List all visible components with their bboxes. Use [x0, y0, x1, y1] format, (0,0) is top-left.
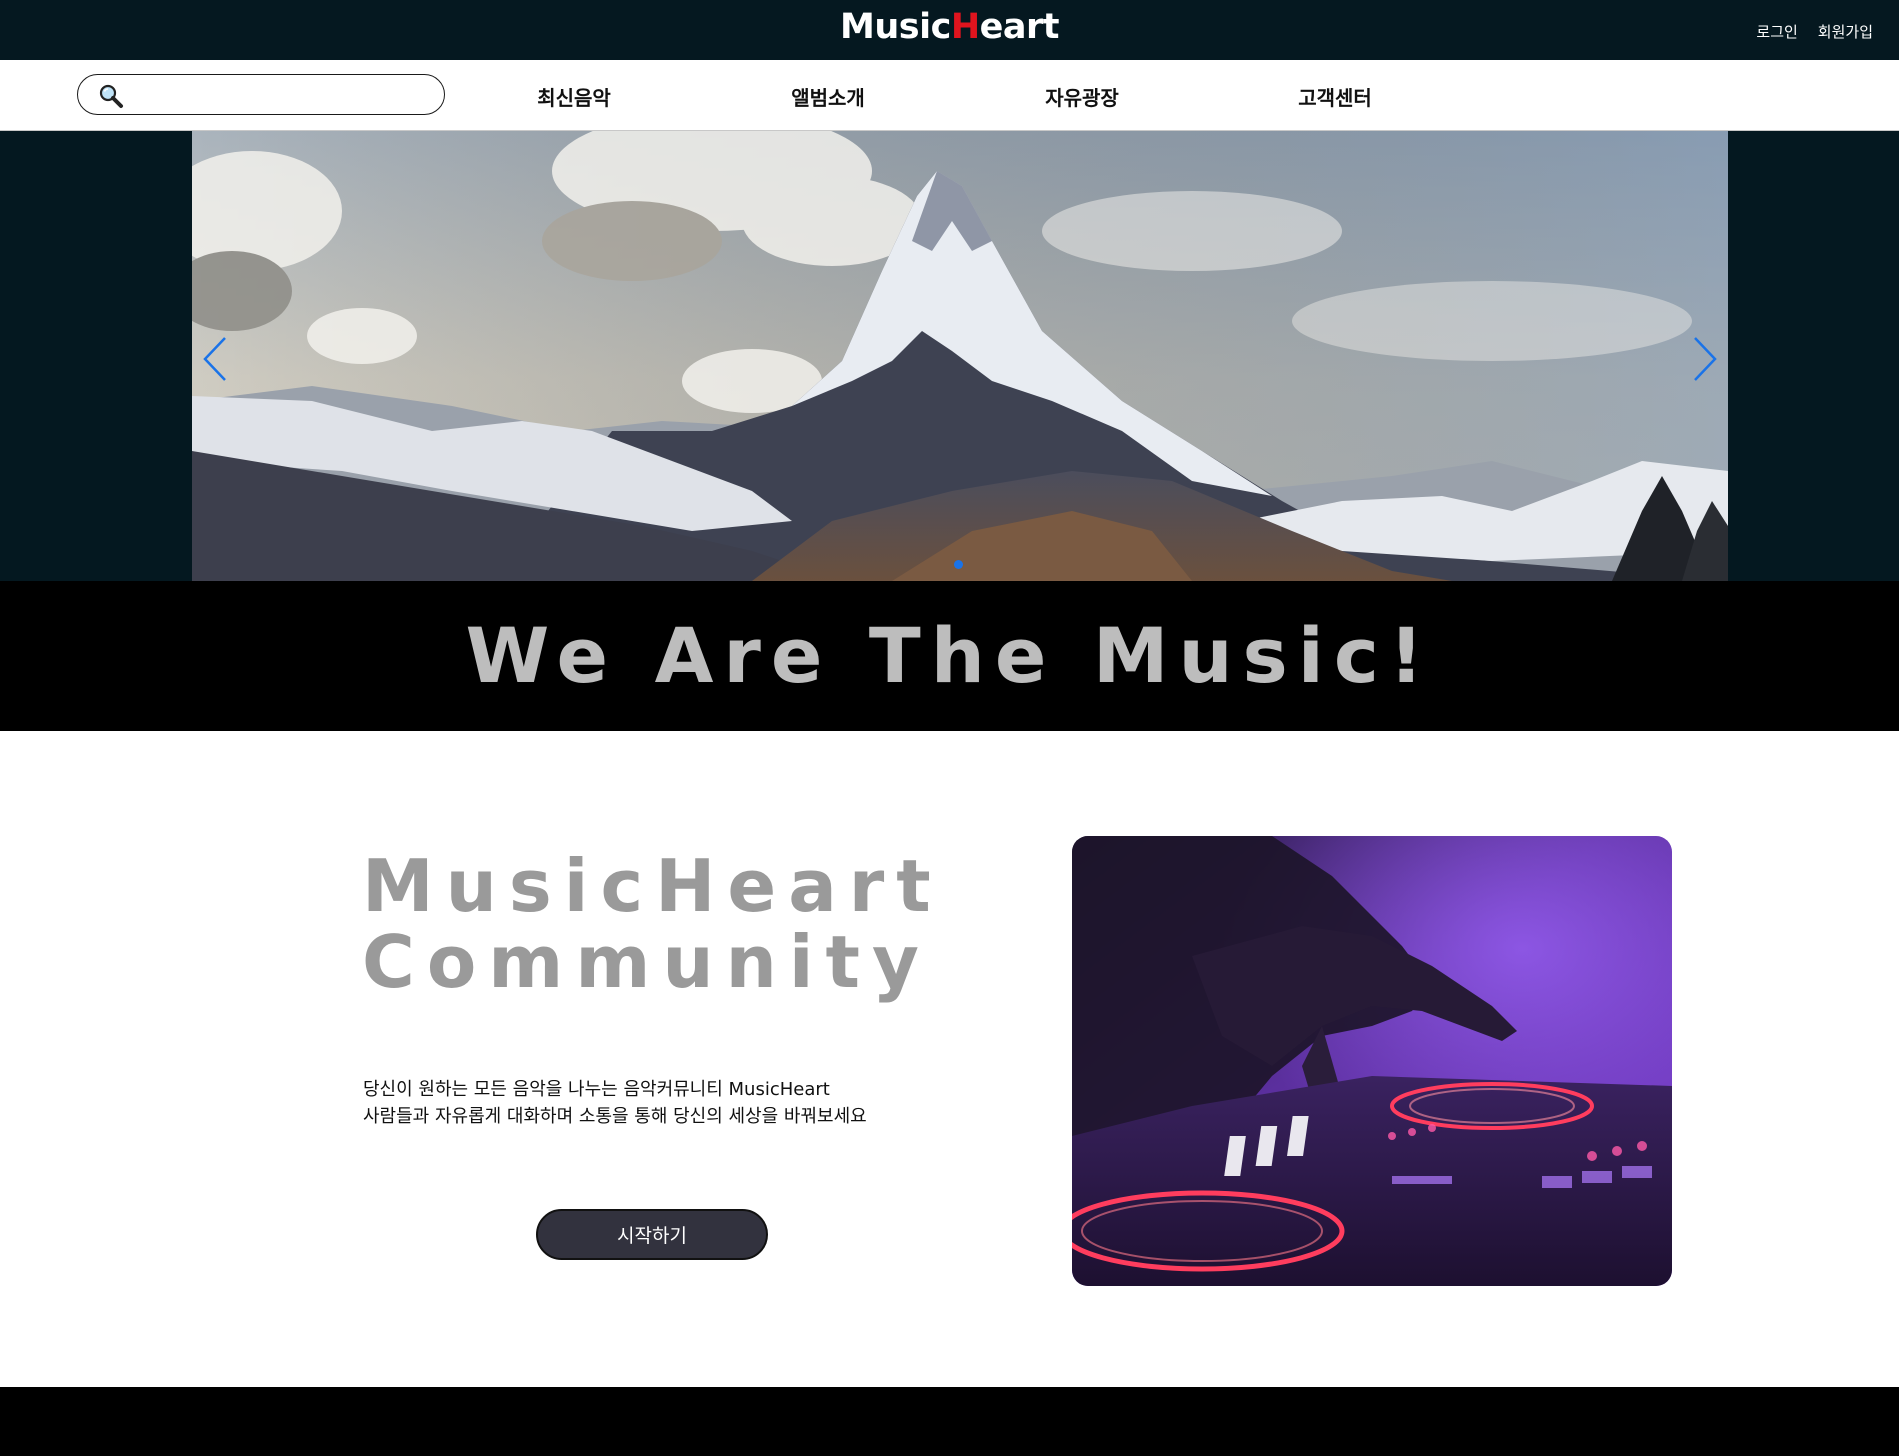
start-button[interactable]: 시작하기: [536, 1209, 768, 1260]
logo-text-part1: Music: [840, 7, 951, 47]
description-line1: 당신이 원하는 모든 음악을 나누는 음악커뮤니티 MusicHeart: [363, 1079, 830, 1100]
footer: [0, 1387, 1899, 1456]
hero-carousel: [0, 131, 1899, 581]
logo-text-accent: H: [950, 7, 980, 47]
login-link[interactable]: 로그인: [1756, 21, 1797, 42]
logo-text-part2: eart: [979, 7, 1060, 47]
nav-item-album-intro[interactable]: 앨범소개: [748, 82, 908, 111]
description-line2: 사람들과 자유롭게 대화하며 소통을 통해 당신의 세상을 바꿔보세요: [363, 1106, 867, 1127]
tagline-band: We Are The Music!: [0, 581, 1899, 731]
signup-link[interactable]: 회원가입: [1818, 21, 1873, 42]
nav-bar: 최신음악 앨범소개 자유광장 고객센터: [0, 60, 1899, 131]
carousel-prev-arrow[interactable]: [200, 334, 230, 384]
tagline-text: We Are The Music!: [465, 611, 1434, 700]
nav-item-customer-center[interactable]: 고객센터: [1255, 82, 1415, 111]
top-bar: MusicHeart 로그인 회원가입: [0, 0, 1899, 60]
community-description: 당신이 원하는 모든 음악을 나누는 음악커뮤니티 MusicHeart 사람들…: [363, 1076, 867, 1130]
search-box[interactable]: [77, 74, 445, 115]
nav-item-latest-music[interactable]: 최신음악: [494, 82, 654, 111]
mountain-slide-image: [192, 131, 1728, 581]
nav-item-free-board[interactable]: 자유광장: [1002, 82, 1162, 111]
carousel-next-arrow[interactable]: [1690, 334, 1720, 384]
community-title-line2: Community: [362, 920, 931, 1004]
dj-mixer-image: [1072, 836, 1672, 1286]
site-logo[interactable]: MusicHeart: [0, 7, 1899, 47]
carousel-pagination-dot[interactable]: [954, 560, 963, 569]
auth-links: 로그인 회원가입: [1756, 21, 1873, 42]
community-title-line1: MusicHeart: [362, 844, 943, 928]
search-input[interactable]: [134, 81, 428, 109]
community-title: MusicHeart Community: [362, 848, 943, 1000]
search-icon[interactable]: [98, 83, 124, 109]
